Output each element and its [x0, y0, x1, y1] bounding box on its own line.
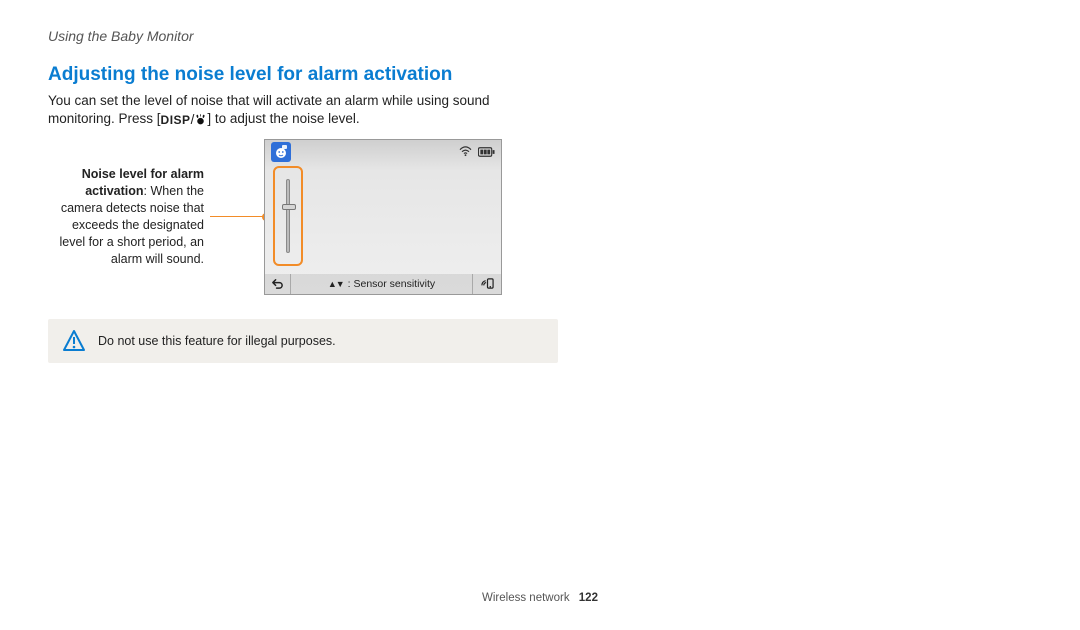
- slider-handle[interactable]: [282, 204, 296, 210]
- annotated-figure: Noise level for alarm activation: When t…: [48, 139, 1032, 295]
- battery-icon: [478, 147, 495, 157]
- bottom-bar: ▲▼ : Sensor sensitivity: [265, 274, 501, 294]
- page-footer: Wireless network 122: [0, 592, 1080, 604]
- back-button[interactable]: [265, 274, 291, 294]
- macro-icon: [194, 113, 207, 126]
- sensor-sensitivity-label: ▲▼ : Sensor sensitivity: [291, 274, 473, 294]
- warning-note: Do not use this feature for illegal purp…: [48, 319, 558, 363]
- warning-icon: [62, 329, 86, 353]
- breadcrumb: Using the Baby Monitor: [48, 28, 1032, 44]
- callout-text: Noise level for alarm activation: When t…: [48, 166, 204, 267]
- section-description: You can set the level of noise that will…: [48, 92, 548, 129]
- noise-level-slider[interactable]: [286, 179, 290, 253]
- device-screen: ▲▼ : Sensor sensitivity: [264, 139, 502, 295]
- disp-label: DISP: [161, 112, 191, 128]
- footer-section: Wireless network: [482, 592, 570, 604]
- section-heading: Adjusting the noise level for alarm acti…: [48, 64, 1032, 86]
- warning-text: Do not use this feature for illegal purp…: [98, 334, 336, 348]
- page-number: 122: [579, 592, 598, 604]
- callout-leader-line: [210, 216, 266, 217]
- status-bar: [265, 140, 501, 164]
- bottombar-text: : Sensor sensitivity: [348, 278, 436, 290]
- baby-monitor-mode-icon: [271, 142, 291, 162]
- disp-macro-button-ref: DISP/: [161, 111, 208, 129]
- wifi-icon: [459, 146, 472, 157]
- up-down-arrows-icon: ▲▼: [328, 279, 344, 289]
- noise-level-slider-highlight: [273, 166, 303, 266]
- desc-text-after: ] to adjust the noise level.: [207, 111, 359, 126]
- mobile-link-button[interactable]: [473, 274, 501, 294]
